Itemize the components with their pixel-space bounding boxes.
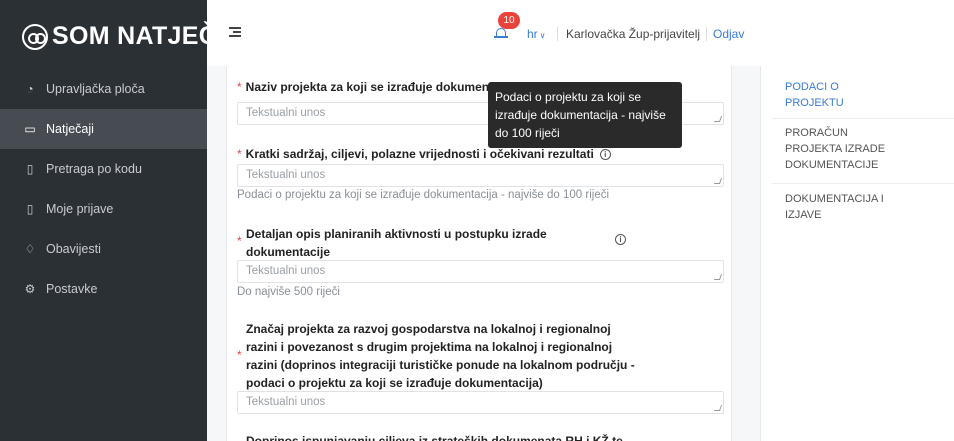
- language-selector[interactable]: hr ∨: [527, 27, 546, 41]
- info-icon[interactable]: i: [599, 149, 611, 161]
- folder-icon: ▭: [24, 122, 36, 136]
- field-label-project-name: * Naziv projekta za koji se izrađuje doku…: [237, 78, 500, 96]
- section-link-line: DOKUMENTACIJE: [785, 159, 879, 171]
- field-label-text: Kratki sadržaj, ciljevi, polazne vrijedn…: [245, 147, 594, 161]
- bell-icon: ♢: [24, 242, 36, 256]
- sidebar-item-natjecaji[interactable]: ▭ Natječaji: [0, 109, 207, 149]
- section-link-documentation[interactable]: DOKUMENTACIJA I IZJAVE: [785, 191, 945, 223]
- field-label-line: razini (doprinos integraciji turističke …: [246, 358, 635, 372]
- placeholder-text: Tekstualni unos: [246, 169, 326, 181]
- sidebar-item-search-by-code[interactable]: ▯ Pretraga po kodu: [0, 149, 207, 189]
- section-link-budget[interactable]: PRORAČUN PROJEKTA IZRADE DOKUMENTACIJE: [785, 125, 945, 173]
- logout-link[interactable]: Odjav: [706, 27, 744, 41]
- sidebar: SOM NATJEČAJI ◔ Upravljačka ploča ▭ Natj…: [0, 0, 257, 441]
- dashboard-icon: ◔: [26, 82, 34, 96]
- section-link-line: PROJEKTU: [785, 97, 844, 109]
- document-icon: ▯: [26, 162, 34, 176]
- info-icon[interactable]: i: [615, 234, 626, 245]
- summary-input[interactable]: Tekstualni unos: [237, 164, 724, 187]
- tooltip-line: Podaci o projektu za koji se: [495, 90, 642, 104]
- field-label-significance: Značaj projekta za razvoj gospodarstva n…: [246, 320, 635, 392]
- user-name[interactable]: Karlovačka Žup-prijavitelj: [557, 27, 700, 41]
- info-tooltip: Podaci o projektu za koji se izrađuje do…: [488, 82, 682, 148]
- field-label-line: Detaljan opis planiranih aktivnosti u po…: [246, 227, 547, 241]
- sidebar-item-settings[interactable]: ⚙ Postavke: [0, 269, 207, 309]
- resize-handle-icon[interactable]: [713, 116, 723, 122]
- field-label-line: Značaj projekta za razvoj gospodarstva n…: [246, 322, 611, 336]
- sidebar-item-label: Upravljačka ploča: [46, 82, 145, 96]
- divider: [772, 183, 954, 184]
- field-label-line: podaci o projektu za koji se izrađuje do…: [246, 376, 543, 390]
- gear-icon: ⚙: [24, 282, 36, 296]
- required-mark: *: [237, 234, 242, 248]
- sidebar-item-label: Obavijesti: [46, 242, 101, 256]
- notification-badge: 10: [498, 12, 520, 29]
- placeholder-text: Tekstualni unos: [246, 396, 326, 408]
- chevron-down-icon: ∨: [539, 31, 546, 40]
- resize-handle-icon[interactable]: [713, 405, 723, 411]
- section-link-line: PODACI O: [785, 81, 839, 93]
- resize-handle-icon[interactable]: [713, 178, 723, 184]
- sidebar-item-label: Pretraga po kodu: [46, 162, 142, 176]
- placeholder-text: Tekstualni unos: [246, 265, 326, 277]
- activities-help-text: Do najviše 500 riječi: [237, 286, 340, 298]
- sidebar-item-notifications[interactable]: ♢ Obavijesti: [0, 229, 207, 269]
- activities-input[interactable]: Tekstualni unos: [237, 260, 724, 283]
- menu-toggle-icon[interactable]: [229, 27, 241, 38]
- required-mark: *: [237, 147, 242, 161]
- required-mark: *: [237, 80, 242, 94]
- field-label-strategic-goals: Doprinos ispunjavanju ciljeva iz strateš…: [246, 434, 623, 441]
- section-link-line: IZJAVE: [785, 209, 822, 221]
- field-label-text: Naziv projekta za koji se izrađuje dokum…: [245, 80, 500, 94]
- divider: [772, 118, 954, 119]
- field-label-line: razini i povezanost s drugim projektima …: [246, 340, 613, 354]
- section-link-line: PRORAČUN: [785, 127, 848, 139]
- sidebar-item-label: Postavke: [46, 282, 98, 296]
- placeholder-text: Tekstualni unos: [246, 107, 326, 119]
- sidebar-item-my-applications[interactable]: ▯ Moje prijave: [0, 189, 207, 229]
- required-mark: *: [237, 348, 242, 362]
- sidebar-nav: ◔ Upravljačka ploča ▭ Natječaji ▯ Pretra…: [0, 69, 207, 309]
- section-link-line: DOKUMENTACIJA I: [785, 193, 884, 205]
- summary-help-text: Podaci o projektu za koji se izrađuje do…: [237, 189, 610, 201]
- section-link-project-data[interactable]: PODACI O PROJEKTU: [785, 79, 945, 111]
- significance-input[interactable]: Tekstualni unos: [237, 391, 724, 414]
- section-nav-card: [760, 66, 954, 441]
- section-link-line: PROJEKTA IZRADE: [785, 143, 886, 155]
- language-label: hr: [527, 27, 538, 41]
- sidebar-item-label: Natječaji: [46, 122, 94, 136]
- file-icon: ▯: [26, 202, 34, 216]
- field-label-line: dokumentacije: [246, 245, 331, 259]
- field-label-activities: Detaljan opis planiranih aktivnosti u po…: [246, 225, 547, 261]
- tooltip-line: do 100 riječi: [495, 126, 560, 140]
- logo-icon: [22, 23, 48, 50]
- tooltip-line: izrađuje dokumentacija - najviše: [495, 108, 666, 122]
- sidebar-item-label: Moje prijave: [46, 202, 114, 216]
- resize-handle-icon[interactable]: [713, 274, 723, 280]
- sidebar-item-dashboard[interactable]: ◔ Upravljačka ploča: [0, 69, 207, 109]
